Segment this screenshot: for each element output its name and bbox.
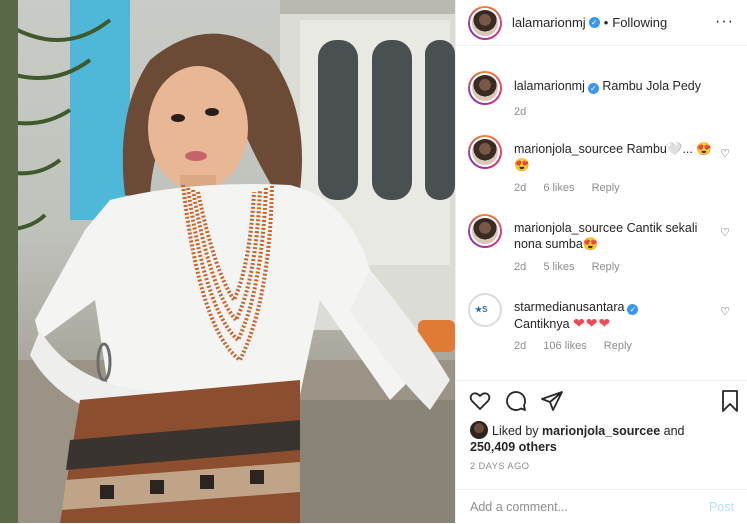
instagram-post: lalamarionmj ✓ • Following ··· lalamario… [0, 0, 747, 523]
reply-button[interactable]: Reply [604, 340, 632, 352]
comment-text: Rambu [626, 142, 667, 156]
comment-time[interactable]: 2d [514, 182, 526, 194]
author-username[interactable]: lalamarionmj [512, 15, 586, 30]
commenter-avatar[interactable] [468, 135, 502, 169]
liker-avatar[interactable] [470, 421, 488, 439]
comment-body: marionjola_sourcee Cantik sekali nona su… [514, 220, 720, 252]
liker-username[interactable]: marionjola_sourcee [542, 424, 660, 438]
caption-time[interactable]: 2d [514, 106, 526, 118]
post-comment-button[interactable]: Post [709, 500, 734, 514]
commenter-avatar[interactable] [468, 214, 502, 248]
save-bookmark-icon[interactable] [718, 389, 742, 413]
author-avatar[interactable] [468, 5, 502, 40]
verified-badge-icon: ✓ [587, 83, 599, 94]
post-photo[interactable] [0, 0, 455, 523]
comment-item: marionjola_sourcee Rambu🤍... 😍😍 ♡ 2d 6 l… [468, 135, 738, 205]
verified-badge-icon: ✓ [588, 17, 600, 28]
comment-likes[interactable]: 6 likes [543, 182, 574, 194]
like-comment-heart-icon[interactable]: ♡ [720, 305, 730, 318]
caption: lalamarionmj ✓ Rambu Jola Pedy 2d [468, 71, 738, 131]
comment-meta: 2d 6 likes Reply [514, 182, 634, 194]
comment-username[interactable]: marionjola_sourcee [514, 142, 623, 156]
comment-likes[interactable]: 5 likes [543, 261, 574, 273]
like-heart-icon[interactable] [468, 389, 492, 413]
comment-likes[interactable]: 106 likes [543, 340, 586, 352]
post-actions: Liked by marionjola_sourcee and 250,409 … [456, 380, 747, 523]
post-side-panel: lalamarionmj ✓ • Following ··· lalamario… [455, 0, 747, 523]
comment-input[interactable] [470, 500, 709, 514]
comment-item: ★S starmedianusantara ✓ Cantiknya ❤❤❤ ♡ 2… [468, 293, 738, 363]
commenter-avatar[interactable]: ★S [468, 293, 502, 327]
more-horizontal-icon[interactable]: ··· [715, 13, 734, 31]
caption-username[interactable]: lalamarionmj [514, 79, 585, 93]
comment-username[interactable]: marionjola_sourcee [514, 221, 623, 235]
reply-button[interactable]: Reply [592, 182, 620, 194]
post-timestamp[interactable]: 2 DAYS AGO [470, 461, 529, 472]
comment-hearts: ❤❤❤ [573, 315, 612, 331]
verified-badge-icon: ✓ [627, 304, 639, 315]
add-comment-bar: Post [456, 489, 747, 524]
share-paper-plane-icon[interactable] [540, 389, 564, 413]
like-comment-heart-icon[interactable]: ♡ [720, 226, 730, 239]
comment-meta: 2d 5 likes Reply [514, 261, 634, 273]
star-logo-icon: ★S [475, 305, 488, 314]
post-image-illustration [0, 0, 455, 523]
comment-bubble-icon[interactable] [504, 389, 528, 413]
comment-body: marionjola_sourcee Rambu🤍... 😍😍 [514, 141, 720, 173]
action-icons [468, 389, 740, 415]
comment-time[interactable]: 2d [514, 340, 526, 352]
comments-thread[interactable]: lalamarionmj ✓ Rambu Jola Pedy 2d marionj… [456, 47, 747, 380]
comment-item: marionjola_sourcee Cantik sekali nona su… [468, 214, 738, 284]
following-button[interactable]: Following [612, 15, 667, 30]
comment-meta: 2d 106 likes Reply [514, 340, 646, 352]
likes-prefix: Liked by [492, 424, 539, 438]
caption-text: Rambu Jola Pedy [602, 79, 702, 93]
likes-count[interactable]: 250,409 others [470, 440, 557, 454]
caption-meta: 2d [514, 106, 540, 118]
likes-joiner: and [663, 424, 685, 438]
reply-button[interactable]: Reply [592, 261, 620, 273]
caption-body: lalamarionmj ✓ Rambu Jola Pedy [514, 78, 720, 94]
likes-summary: Liked by marionjola_sourcee and 250,409 … [470, 421, 730, 455]
header-separator: • [603, 15, 609, 30]
comment-text: Cantiknya [514, 317, 570, 331]
caption-avatar[interactable] [468, 71, 502, 105]
comment-username[interactable]: starmedianusantara [514, 300, 624, 314]
like-comment-heart-icon[interactable]: ♡ [720, 147, 730, 160]
comment-body: starmedianusantara ✓ Cantiknya ❤❤❤ [514, 299, 720, 332]
comment-time[interactable]: 2d [514, 261, 526, 273]
post-header: lalamarionmj ✓ • Following ··· [456, 0, 747, 46]
